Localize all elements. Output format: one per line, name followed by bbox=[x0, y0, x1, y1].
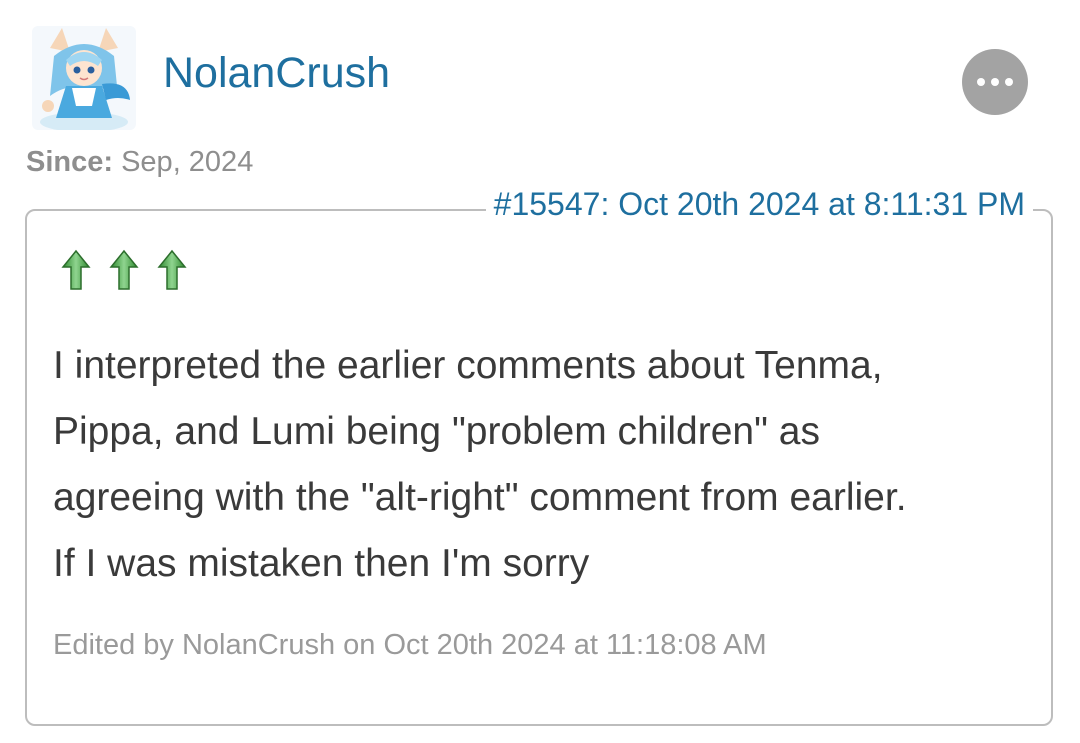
post-body-line: I interpreted the earlier comments about… bbox=[53, 344, 883, 387]
reaction-arrows bbox=[61, 249, 187, 291]
post-body-line: If I was mistaken then I'm sorry bbox=[53, 542, 590, 585]
since-label: Since: bbox=[26, 146, 114, 178]
green-up-arrow-icon bbox=[109, 249, 139, 290]
more-options-button[interactable] bbox=[962, 49, 1028, 115]
post-container: NolanCrush Since: Sep, 2024 #15547: Oct … bbox=[0, 0, 1080, 743]
green-up-arrow-icon bbox=[61, 249, 91, 290]
avatar[interactable] bbox=[32, 26, 136, 130]
edited-note: Edited by NolanCrush on Oct 20th 2024 at… bbox=[53, 629, 767, 661]
green-up-arrow-icon bbox=[157, 249, 187, 290]
post-box: #15547: Oct 20th 2024 at 8:11:31 PM I in… bbox=[25, 186, 1053, 726]
post-body: I interpreted the earlier comments about… bbox=[53, 333, 1033, 597]
username-link[interactable]: NolanCrush bbox=[163, 48, 390, 100]
post-body-line: Pippa, and Lumi being "problem children"… bbox=[53, 410, 820, 453]
ellipsis-icon bbox=[974, 78, 1016, 86]
post-body-line: agreeing with the "alt-right" comment fr… bbox=[53, 476, 907, 519]
post-permalink[interactable]: #15547: Oct 20th 2024 at 8:11:31 PM bbox=[485, 186, 1033, 223]
member-since: Since: Sep, 2024 bbox=[26, 146, 253, 179]
anime-character-avatar-icon bbox=[32, 26, 136, 130]
since-value: Sep, 2024 bbox=[113, 146, 254, 178]
